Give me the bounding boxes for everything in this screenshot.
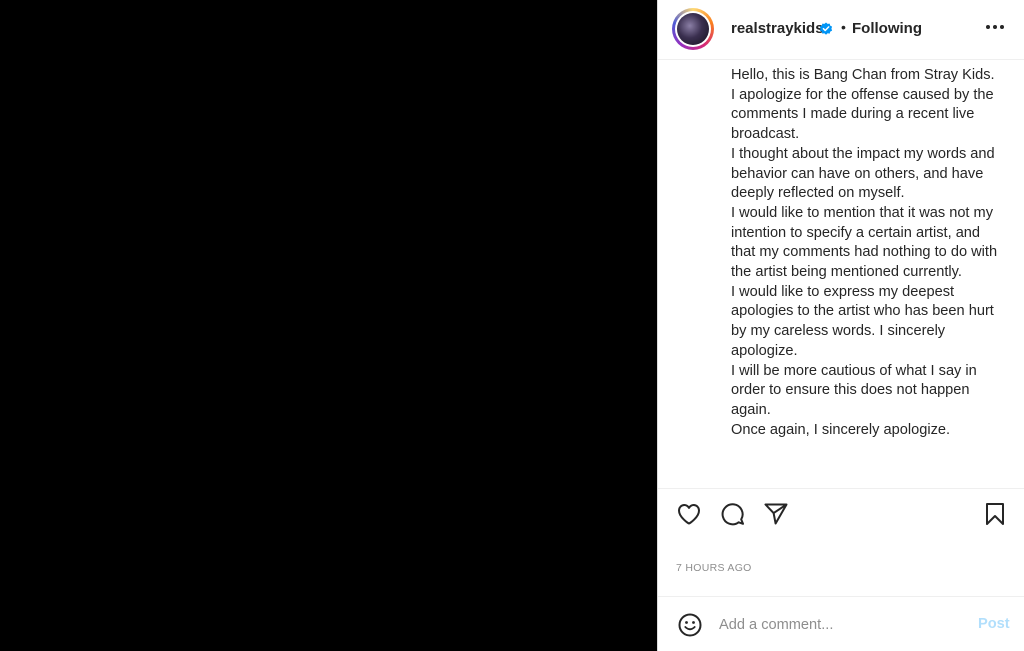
avatar-image: [677, 13, 709, 45]
post-caption: Hello, this is Bang Chan from Stray Kids…: [731, 66, 1001, 486]
post-comment-button[interactable]: Post: [978, 616, 1010, 632]
post-header: realstraykids • Following: [658, 0, 1024, 60]
comment-bubble-icon[interactable]: [719, 500, 747, 528]
caption-line: I would like to express my deepest apolo…: [731, 283, 994, 359]
username-link[interactable]: realstraykids: [731, 20, 824, 37]
header-separator: •: [841, 19, 846, 35]
caption-line: I apologize for the offense caused by th…: [731, 86, 994, 143]
following-button[interactable]: Following: [852, 20, 922, 37]
verified-badge-icon: [819, 22, 833, 36]
caption-line: I would like to mention that it was not …: [731, 204, 998, 281]
caption-line: I will be more cautious of what I say in…: [731, 362, 977, 418]
share-paper-plane-icon[interactable]: [762, 500, 790, 528]
avatar[interactable]: [675, 11, 711, 47]
caption-line: I thought about the impact my words and …: [731, 145, 995, 202]
post-side-panel: realstraykids • Following Hello, this is…: [657, 0, 1024, 651]
post-media: [0, 0, 657, 651]
divider: [658, 488, 1024, 489]
caption-line: Hello, this is Bang Chan from Stray Kids…: [731, 67, 995, 83]
divider: [658, 596, 1024, 597]
heart-icon[interactable]: [675, 500, 703, 528]
emoji-smile-icon[interactable]: [676, 611, 704, 639]
post-timestamp[interactable]: 7 HOURS AGO: [676, 562, 752, 574]
comment-input[interactable]: [719, 613, 969, 637]
more-options-icon[interactable]: [982, 14, 1008, 40]
avatar-story-ring[interactable]: [672, 8, 714, 50]
bookmark-icon[interactable]: [981, 500, 1009, 528]
caption-line: Once again, I sincerely apologize.: [731, 421, 951, 438]
